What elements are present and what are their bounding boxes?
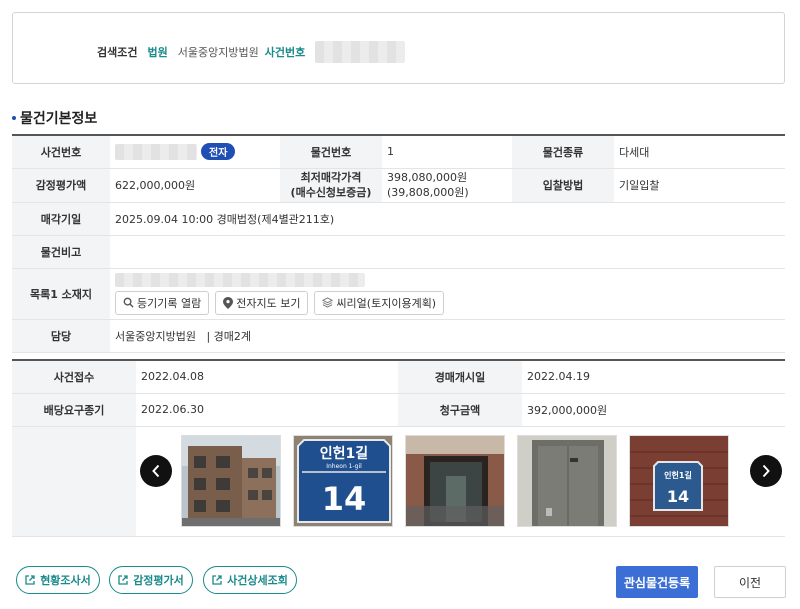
claim-amount-label: 청구금액 (398, 393, 522, 427)
search-condition-box: 검색조건 법원 서울중앙지방법원 사건번호 (12, 12, 785, 84)
entrance-photo (406, 436, 504, 526)
sale-date-label: 매각기일 (12, 202, 110, 236)
survey-report-button[interactable]: 현황조사서 (16, 566, 100, 594)
bid-method-label: 입찰방법 (512, 168, 614, 203)
seereal-button[interactable]: 씨리얼(토지이용계획) (314, 290, 445, 315)
search-icon (123, 297, 134, 308)
building-photo (182, 436, 280, 526)
table-row: 목록1 소재지 등기기록 열람 전자지도 보기 씨리얼(토지이용계획) (12, 268, 785, 320)
court-key: 법원 (147, 46, 168, 59)
appraisal-value: 622,000,000원 (110, 168, 280, 203)
charge-label: 담당 (12, 319, 110, 353)
external-link-icon (118, 575, 128, 585)
register-interest-button[interactable]: 관심물건등록 (616, 566, 698, 598)
case-detail-button[interactable]: 사건상세조회 (203, 566, 297, 594)
item-number: 1 (382, 135, 512, 169)
bullet-icon (12, 116, 16, 120)
property-photo-4[interactable] (517, 435, 617, 527)
case-number-label: 사건번호 (12, 135, 110, 169)
location-label: 목록1 소재지 (12, 268, 110, 320)
gallery-next-button[interactable] (750, 455, 782, 487)
claim-amount-value: 392,000,000원 (522, 393, 785, 427)
remarks-value (110, 235, 785, 269)
svg-text:14: 14 (322, 480, 367, 518)
map-view-button[interactable]: 전자지도 보기 (215, 290, 309, 315)
dividend-deadline-label: 배당요구종기 (12, 393, 136, 427)
layers-icon (322, 297, 334, 308)
property-photo-2[interactable]: 인헌1길 Inheon 1-gil 14 (293, 435, 393, 527)
remarks-label: 물건비고 (12, 235, 110, 269)
charge-value: 서울중앙지방법원 | 경매2계 (110, 319, 785, 353)
previous-button[interactable]: 이전 (714, 566, 786, 598)
registry-view-button[interactable]: 등기기록 열람 (115, 290, 210, 315)
min-price-value: 398,080,000원 (39,808,000원) (382, 168, 512, 203)
address-redacted (115, 272, 365, 287)
auction-start-value: 2022.04.19 (522, 360, 785, 394)
external-link-icon (212, 575, 222, 585)
external-link-icon (25, 575, 35, 585)
table-row: 매각기일 2025.09.04 10:00 경매법정(제4별관211호) (12, 202, 785, 236)
svg-text:14: 14 (667, 487, 689, 506)
receipt-value: 2022.04.08 (136, 360, 398, 394)
gallery-prev-button[interactable] (140, 455, 172, 487)
svg-text:인헌1길: 인헌1길 (320, 445, 368, 462)
table-row: 사건접수 2022.04.08 경매개시일 2022.04.19 (12, 360, 785, 394)
wall-sign-photo: 인헌1길 14 (630, 436, 728, 526)
case-number-key: 사건번호 (264, 46, 306, 59)
receipt-label: 사건접수 (12, 360, 136, 394)
door-photo (518, 436, 616, 526)
search-condition-label: 검색조건 (97, 46, 138, 59)
property-photo-3[interactable] (405, 435, 505, 527)
min-price-label: 최저매각가격 (매수신청보증금) (280, 168, 382, 203)
appraisal-report-button[interactable]: 감정평가서 (109, 566, 193, 594)
map-pin-icon (223, 296, 234, 309)
table-row: 감정평가액 622,000,000원 최저매각가격 (매수신청보증금) 398,… (12, 168, 785, 203)
table-row: 인헌1길 Inheon 1-gil 14 인헌1길 14 (12, 426, 785, 537)
electronic-badge: 전자 (201, 143, 236, 161)
address-sign-photo: 인헌1길 Inheon 1-gil 14 (294, 436, 392, 526)
item-type-label: 물건종류 (512, 135, 614, 169)
sale-date: 2025.09.04 10:00 경매법정(제4별관211호) (110, 202, 785, 236)
property-photo-1[interactable] (181, 435, 281, 527)
basic-info-table: 사건번호 전자 물건번호 1 물건종류 다세대 감정평가액 622,000,00… (12, 134, 785, 353)
property-photo-5[interactable]: 인헌1길 14 (629, 435, 729, 527)
item-type: 다세대 (614, 135, 785, 169)
dividend-deadline-value: 2022.06.30 (136, 393, 398, 427)
table-row: 물건비고 (12, 235, 785, 269)
auction-start-label: 경매개시일 (398, 360, 522, 394)
table-row: 사건번호 전자 물건번호 1 물건종류 다세대 (12, 135, 785, 169)
court-value: 서울중앙지방법원 (177, 46, 259, 59)
chevron-left-icon (152, 464, 160, 478)
section-title: 물건기본정보 (12, 108, 97, 128)
case-number-redacted (315, 41, 406, 63)
appraisal-label: 감정평가액 (12, 168, 110, 203)
svg-text:인헌1길: 인헌1길 (664, 470, 692, 480)
bid-method: 기일입찰 (614, 168, 785, 203)
table-row: 담당 서울중앙지방법원 | 경매2계 (12, 319, 785, 353)
svg-text:Inheon 1-gil: Inheon 1-gil (326, 463, 362, 470)
chevron-right-icon (762, 464, 770, 478)
case-info-table: 사건접수 2022.04.08 경매개시일 2022.04.19 배당요구종기 … (12, 359, 785, 537)
table-row: 배당요구종기 2022.06.30 청구금액 392,000,000원 (12, 393, 785, 427)
photo-gallery: 인헌1길 Inheon 1-gil 14 인헌1길 14 (136, 426, 785, 537)
item-number-label: 물건번호 (280, 135, 382, 169)
case-number-redacted (115, 143, 197, 160)
